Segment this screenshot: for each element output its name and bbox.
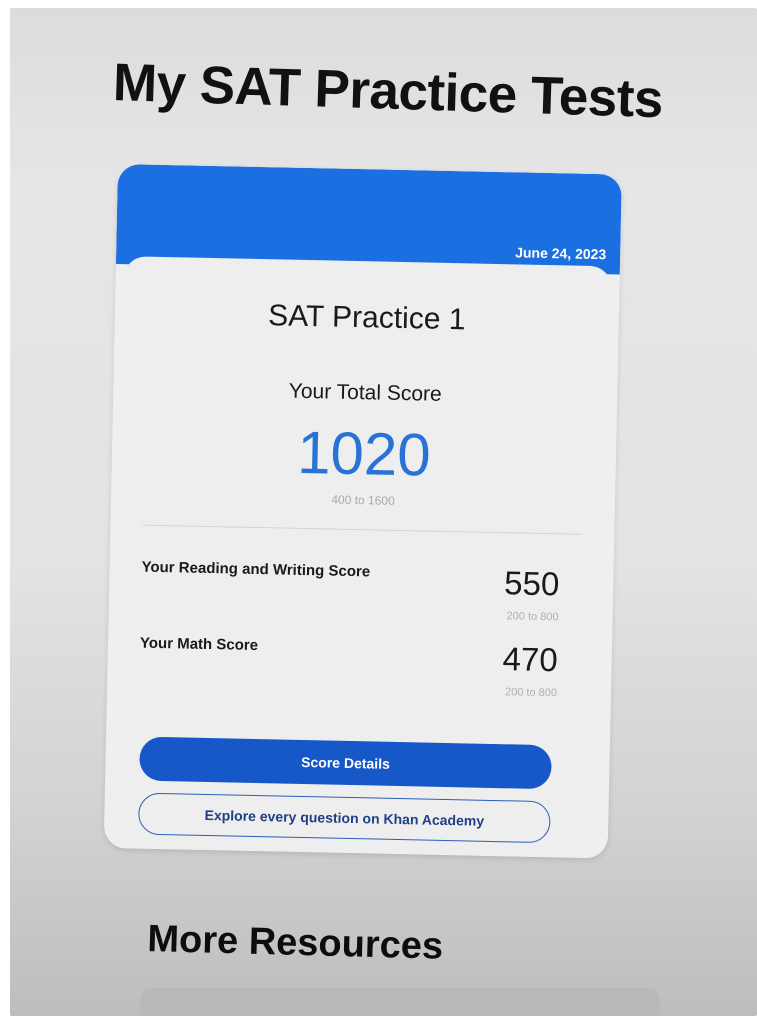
math-range: 200 to 800 (504, 686, 558, 700)
reading-writing-score: 550 (503, 564, 560, 603)
page-title: My SAT Practice Tests (112, 52, 664, 130)
divider (142, 524, 583, 535)
total-score-label: Your Total Score (288, 379, 442, 406)
practice-test-card: June 24, 2023 SAT Practice 1 Your Total … (103, 164, 622, 859)
screen: My SAT Practice Tests June 24, 2023 SAT … (10, 8, 757, 1016)
test-date: June 24, 2023 (515, 244, 607, 263)
score-details-button[interactable]: Score Details (139, 736, 552, 790)
math-score: 470 (502, 640, 559, 679)
math-label: Your Math Score (139, 634, 259, 655)
resources-card-edge (140, 988, 660, 1016)
total-score-value: 1020 (296, 418, 432, 489)
card-body: SAT Practice 1 Your Total Score 1020 400… (111, 256, 612, 859)
more-resources-title: More Resources (146, 918, 444, 968)
explore-khan-academy-button[interactable]: Explore every question on Khan Academy (137, 792, 551, 844)
reading-writing-range: 200 to 800 (506, 610, 559, 624)
test-name: SAT Practice 1 (267, 299, 466, 337)
reading-writing-label: Your Reading and Writing Score (141, 558, 371, 581)
